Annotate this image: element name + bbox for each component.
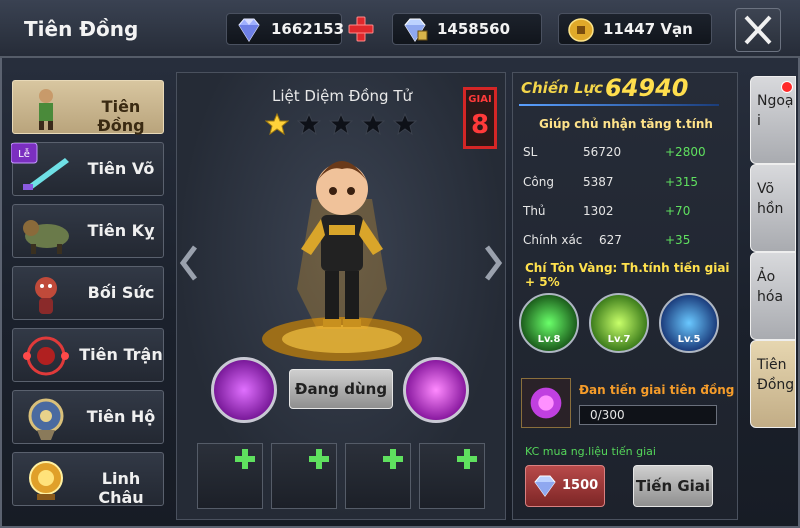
equip-slot[interactable] — [419, 443, 485, 509]
hero-name: Liệt Diệm Đồng Tử — [272, 87, 412, 105]
stat-bonus: +2800 — [665, 145, 706, 159]
star-icon — [297, 113, 321, 135]
material-pill-icon[interactable] — [521, 378, 571, 428]
stat-bonus: +315 — [665, 175, 698, 189]
menu-item-tien-dong[interactable]: Tiên Đồng — [12, 80, 164, 135]
stat-value: 5387 — [583, 175, 614, 189]
close-icon — [744, 15, 772, 45]
star-icon — [265, 113, 289, 135]
stats-panel: Chiến Lực : 64940 Giúp chủ nhận tăng t.t… — [512, 72, 738, 520]
stat-name: Công — [523, 175, 554, 189]
linh-chau-pearl-icon — [29, 461, 63, 500]
tab-vo-hon[interactable]: Võ hồn — [750, 164, 796, 252]
in-use-button[interactable]: Đang dùng — [289, 369, 393, 409]
stat-value: 56720 — [583, 145, 622, 159]
tien-tran-formation-icon — [23, 336, 69, 376]
page-title: Tiên Đồng — [24, 17, 139, 41]
stat-name: Chính xác — [523, 233, 583, 247]
hero-skill-left-orb[interactable] — [211, 357, 277, 423]
diamond-icon — [238, 18, 260, 42]
skill-icon[interactable]: Lv.5 — [659, 293, 719, 353]
add-plus-icon — [309, 449, 329, 469]
divider — [519, 104, 719, 106]
menu-item-tien-vo[interactable]: Lễ Tiên Võ — [11, 142, 164, 196]
tab-ao-hoa[interactable]: Ảo hóa — [750, 252, 796, 340]
coin-icon — [568, 18, 594, 42]
stat-value: 627 — [599, 233, 622, 247]
diamond-counter: 1662153 — [226, 13, 344, 45]
stat-bonus: +35 — [665, 233, 691, 247]
tien-ho-guardian-icon — [28, 398, 64, 440]
star-icon — [361, 113, 385, 135]
skill-icon[interactable]: Lv.8 — [519, 293, 579, 353]
material-progress-bar: 0/300 — [579, 405, 717, 425]
material-name: Đan tiến giai tiên đồng — [579, 383, 735, 397]
svg-text:Lễ: Lễ — [18, 147, 30, 160]
combat-power-value: 64940 — [605, 74, 689, 102]
menu-item-tien-tran[interactable]: Tiên Trận — [12, 328, 164, 382]
coin-counter: 11447 Vạn — [558, 13, 712, 45]
menu-item-tien-ky[interactable]: Tiên Kỵ — [12, 204, 164, 258]
tien-dong-thumb-icon — [39, 89, 53, 130]
add-diamond-button[interactable] — [347, 15, 375, 43]
star-icon — [393, 113, 417, 135]
buy-material-button[interactable]: 1500 — [525, 465, 605, 507]
bound-diamond-icon — [404, 18, 428, 42]
equip-slot[interactable] — [197, 443, 263, 509]
star-icon — [329, 113, 353, 135]
next-arrow-button[interactable] — [483, 243, 503, 283]
hero-skill-right-orb[interactable] — [403, 357, 469, 423]
add-plus-icon — [235, 449, 255, 469]
stat-name: Thủ — [523, 204, 546, 218]
diamond-icon — [534, 475, 556, 497]
combat-power-label: Chiến Lực : — [521, 79, 615, 97]
menu-item-tien-ho[interactable]: Tiên Hộ — [12, 390, 164, 444]
close-button[interactable] — [735, 8, 781, 52]
grade-stamp: GIAI 8 — [463, 87, 497, 149]
add-plus-icon — [383, 449, 403, 469]
equip-slot[interactable] — [345, 443, 411, 509]
skill-icon[interactable]: Lv.7 — [589, 293, 649, 353]
boi-suc-pet-icon — [35, 277, 57, 314]
upgrade-button[interactable]: Tiến Giai — [633, 465, 713, 507]
menu-item-boi-suc[interactable]: Bối Sức — [12, 266, 164, 320]
bound-diamond-counter: 1458560 — [392, 13, 542, 45]
tab-tien-dong[interactable]: Tiên Đồng — [750, 340, 796, 428]
gift-badge: Lễ — [11, 143, 38, 164]
equip-slot[interactable] — [271, 443, 337, 509]
menu-item-linh-chau[interactable]: Linh Châu — [12, 452, 164, 507]
stat-name: SL — [523, 145, 538, 159]
hint-text: Giúp chủ nhận tăng t.tính — [539, 117, 713, 131]
header-bar: Tiên Đồng 1662153 1458560 11447 Vạn — [0, 0, 800, 58]
prev-arrow-button[interactable] — [179, 243, 199, 283]
stat-value: 1302 — [583, 204, 614, 218]
add-plus-icon — [457, 449, 477, 469]
hero-panel: Liệt Diệm Đồng Tử GIAI 8 Đang dùng — [176, 72, 506, 520]
tab-ngoai[interactable]: Ngoạ i — [750, 76, 796, 164]
hero-character-image — [262, 161, 422, 361]
buy-material-label: KC mua ng.liệu tiến giai — [525, 445, 656, 458]
tien-ky-mount-icon — [23, 220, 69, 254]
stat-bonus: +70 — [665, 204, 691, 218]
bonus-text: Chí Tôn Vàng: Th.tính tiến giai + 5% — [525, 261, 730, 289]
